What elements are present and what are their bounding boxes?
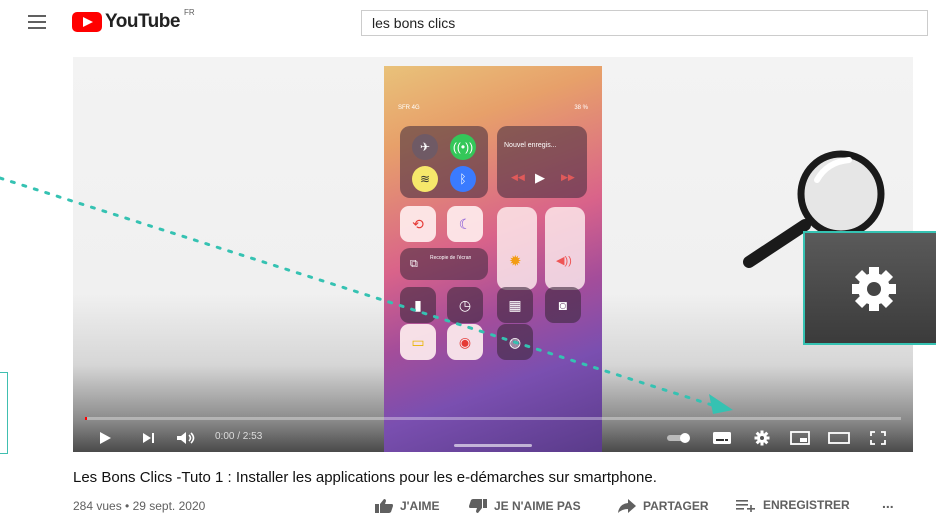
country-code: FR [183, 7, 195, 17]
like-button[interactable]: J'AIME [374, 498, 440, 514]
subtitles-button[interactable] [711, 425, 733, 451]
add-to-playlist-icon [736, 500, 755, 512]
screen-mirroring-icon: ⧉ [410, 258, 418, 270]
carrier-label: SFR 4G [398, 105, 420, 111]
airplane-icon: ✈ [412, 134, 438, 160]
top-bar: YouTube FR les bons clics [0, 0, 936, 44]
sound-recognition-icon: ◍ [497, 324, 533, 360]
phone-screen: SFR 4G 38 % ✈ ((•)) ≋ ᛒ Nouvel enregis..… [384, 66, 602, 452]
mirroring-label: Recopie de l'écran [430, 255, 472, 261]
annotation-box-left [0, 372, 8, 454]
brightness-slider: ✹ [497, 207, 537, 290]
theater-mode-button[interactable] [827, 425, 851, 451]
progress-bar[interactable] [85, 417, 901, 420]
dislike-button[interactable]: JE N'AIME PAS [468, 498, 581, 514]
logo-wordmark: YouTube [105, 11, 180, 32]
phone-status-bar: SFR 4G 38 % [398, 105, 588, 111]
timer-icon: ◷ [447, 287, 483, 323]
share-icon [618, 499, 636, 513]
play-icon: ▶ [535, 170, 545, 185]
autoplay-toggle[interactable] [665, 425, 693, 451]
video-title: Les Bons Clics -Tuto 1 : Installer les a… [73, 469, 657, 486]
share-label: PARTAGER [643, 499, 709, 513]
screen-mirroring-tile: ⧉ Recopie de l'écran [400, 248, 488, 280]
more-actions-button[interactable]: ... [882, 495, 894, 511]
thumbs-up-icon [375, 499, 393, 513]
music-tile: Nouvel enregis... ◀◀ ▶ ▶▶ [497, 126, 587, 198]
volume-icon: ◀)) [556, 255, 572, 267]
next-button[interactable] [139, 425, 159, 451]
time-display: 0:00 / 2:53 [215, 431, 263, 442]
menu-icon[interactable] [28, 15, 46, 29]
save-label: ENREGISTRER [763, 498, 850, 512]
thumbs-down-icon [469, 499, 487, 513]
cellular-icon: ((•)) [450, 134, 476, 160]
battery-label: 38 % [574, 105, 588, 111]
miniplayer-button[interactable] [789, 425, 811, 451]
zoomed-settings-box [803, 231, 936, 345]
forward-icon: ▶▶ [561, 172, 575, 182]
camera-icon: ◙ [545, 287, 581, 323]
settings-gear-icon[interactable] [751, 425, 773, 451]
rewind-icon: ◀◀ [511, 172, 525, 182]
bluetooth-icon: ᛒ [450, 166, 476, 192]
more-label: ... [882, 495, 894, 511]
share-button[interactable]: PARTAGER [617, 498, 709, 514]
play-button[interactable] [95, 425, 115, 451]
save-button[interactable]: ENREGISTRER [735, 498, 850, 512]
player-controls: 0:00 / 2:53 [73, 425, 913, 451]
progress-fill [85, 417, 87, 420]
video-meta: 284 vues • 29 sept. 2020 [73, 499, 206, 513]
youtube-play-icon [72, 12, 102, 32]
calculator-icon: ▦ [497, 287, 533, 323]
flashlight-icon: ▮ [400, 287, 436, 323]
search-input[interactable]: les bons clics [361, 10, 928, 36]
connectivity-tile: ✈ ((•)) ≋ ᛒ [400, 126, 488, 198]
do-not-disturb-icon: ☾ [447, 206, 483, 242]
fullscreen-button[interactable] [867, 425, 889, 451]
screen-record-icon: ◉ [447, 324, 483, 360]
like-label: J'AIME [400, 499, 440, 513]
dislike-label: JE N'AIME PAS [494, 499, 581, 513]
low-power-icon: ▭ [400, 324, 436, 360]
wifi-icon: ≋ [412, 166, 438, 192]
brightness-icon: ✹ [509, 253, 522, 270]
youtube-logo[interactable]: YouTube FR [72, 7, 195, 33]
music-title: Nouvel enregis... [504, 142, 557, 149]
volume-button[interactable] [175, 425, 199, 451]
rotation-lock-icon: ⟲ [400, 206, 436, 242]
zoomed-gear-icon [852, 267, 896, 311]
volume-slider: ◀)) [545, 207, 585, 290]
